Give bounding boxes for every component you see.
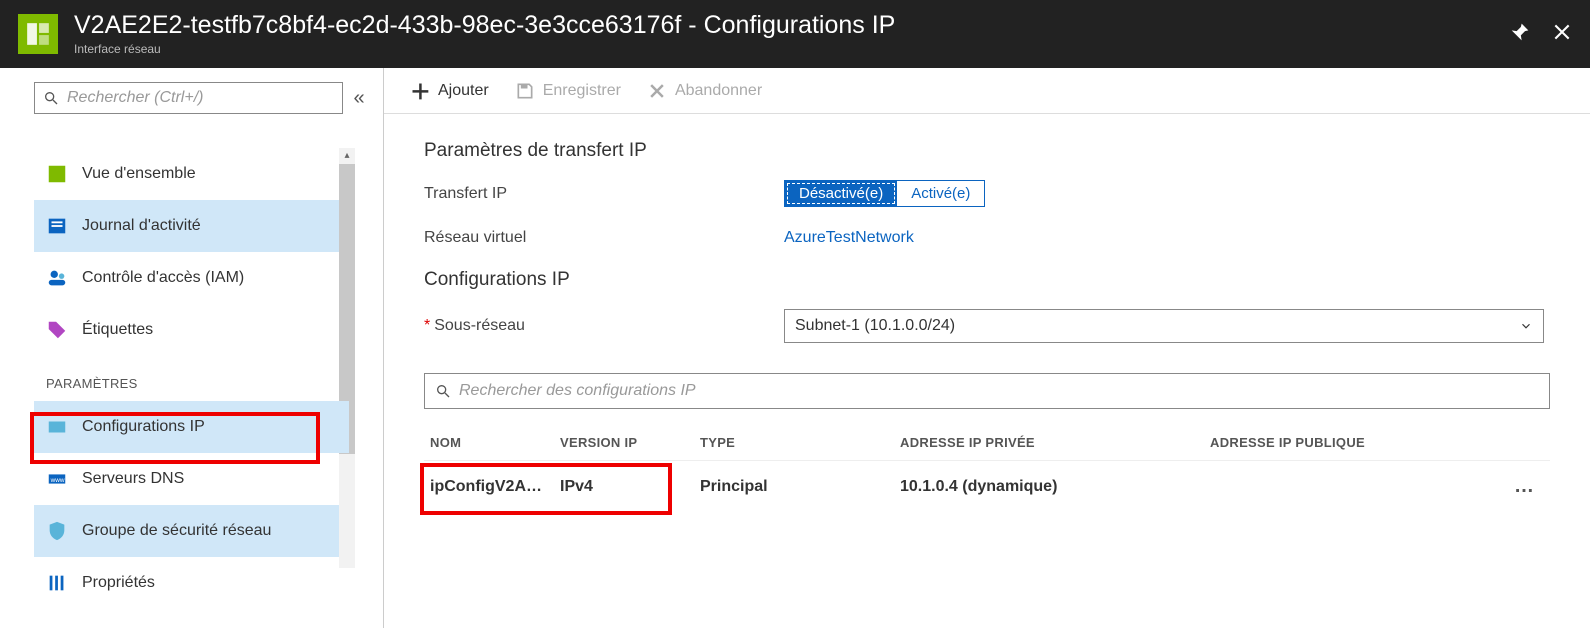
svg-text:www: www <box>50 477 65 484</box>
sidebar-item-label: Serveurs DNS <box>82 470 184 488</box>
discard-button: Abandonner <box>647 81 762 101</box>
col-private-ip[interactable]: ADRESSE IP PRIVÉE <box>894 425 1204 461</box>
vnet-label: Réseau virtuel <box>424 229 784 247</box>
main-pane: Ajouter Enregistrer Abandonner Paramètre… <box>384 68 1590 628</box>
sidebar-item-activity-log[interactable]: Journal d'activité <box>34 200 349 252</box>
overview-icon <box>46 163 68 185</box>
discard-icon <box>647 81 667 101</box>
activity-log-icon <box>46 215 68 237</box>
close-icon[interactable] <box>1552 22 1572 47</box>
button-label: Abandonner <box>675 82 762 100</box>
save-icon <box>515 81 535 101</box>
table-row[interactable]: ipConfigV2A… IPv4 Principal 10.1.0.4 (dy… <box>424 461 1550 513</box>
sidebar-item-label: Vue d'ensemble <box>82 165 196 183</box>
search-icon <box>43 90 59 106</box>
ip-config-search-placeholder: Rechercher des configurations IP <box>459 382 696 400</box>
subnet-label-text: Sous-réseau <box>434 317 525 334</box>
toggle-enabled-option[interactable]: Activé(e) <box>897 181 984 206</box>
button-label: Ajouter <box>438 82 489 100</box>
sidebar-search-placeholder: Rechercher (Ctrl+/) <box>67 89 203 107</box>
vnet-link[interactable]: AzureTestNetwork <box>784 229 914 247</box>
toggle-disabled-option[interactable]: Désactivé(e) <box>785 181 897 206</box>
blade-header: V2AE2E2-testfb7c8bf4-ec2d-433b-98ec-3e3c… <box>0 0 1590 68</box>
plus-icon <box>410 81 430 101</box>
ip-forward-label: Transfert IP <box>424 185 784 203</box>
button-label: Enregistrer <box>543 82 621 100</box>
sidebar-item-label: Contrôle d'accès (IAM) <box>82 269 244 287</box>
resource-icon <box>18 14 58 54</box>
col-public-ip[interactable]: ADRESSE IP PUBLIQUE <box>1204 425 1500 461</box>
sidebar-item-ip-configurations[interactable]: Configurations IP <box>34 401 349 453</box>
col-name[interactable]: NOM <box>424 425 554 461</box>
blade-title: V2AE2E2-testfb7c8bf4-ec2d-433b-98ec-3e3c… <box>74 13 1510 38</box>
cell-public-ip <box>1204 461 1500 513</box>
add-button[interactable]: Ajouter <box>410 81 489 101</box>
subnet-value: Subnet-1 (10.1.0.0/24) <box>795 317 955 335</box>
dns-icon: www <box>46 468 68 490</box>
search-icon <box>435 383 451 399</box>
sidebar-item-iam[interactable]: Contrôle d'accès (IAM) <box>34 252 349 304</box>
subnet-select[interactable]: Subnet-1 (10.1.0.0/24) <box>784 309 1544 343</box>
ip-config-icon <box>46 416 68 438</box>
ip-config-table: NOM VERSION IP TYPE ADRESSE IP PRIVÉE AD… <box>424 425 1550 512</box>
sidebar-item-label: Propriétés <box>82 574 155 592</box>
subnet-label: *Sous-réseau <box>424 317 784 335</box>
properties-icon <box>46 572 68 594</box>
sidebar-item-label: Configurations IP <box>82 418 205 436</box>
sidebar-item-dns[interactable]: www Serveurs DNS <box>34 453 349 505</box>
ip-config-search-input[interactable]: Rechercher des configurations IP <box>424 373 1550 409</box>
sidebar-item-label: Étiquettes <box>82 321 153 339</box>
ip-forward-toggle[interactable]: Désactivé(e) Activé(e) <box>784 180 985 207</box>
cell-private-ip: 10.1.0.4 (dynamique) <box>894 461 1204 513</box>
blade-subtitle: Interface réseau <box>74 42 1510 56</box>
section-ip-config-title: Configurations IP <box>424 269 1550 291</box>
collapse-sidebar-button[interactable]: « <box>343 87 375 110</box>
sidebar-item-properties[interactable]: Propriétés <box>34 557 349 609</box>
sidebar-item-nsg[interactable]: Groupe de sécurité réseau <box>34 505 349 557</box>
sidebar-group-settings: Paramètres <box>46 376 349 391</box>
cell-ipver: IPv4 <box>554 461 694 513</box>
section-ip-forwarding-title: Paramètres de transfert IP <box>424 140 1550 162</box>
col-type[interactable]: TYPE <box>694 425 894 461</box>
row-context-menu-button[interactable]: … <box>1500 461 1550 513</box>
sidebar-search-input[interactable]: Rechercher (Ctrl+/) <box>34 82 343 114</box>
iam-icon <box>46 267 68 289</box>
cell-name: ipConfigV2A… <box>424 461 554 513</box>
scroll-up-arrow[interactable]: ▴ <box>339 148 355 164</box>
tags-icon <box>46 319 68 341</box>
cell-type: Principal <box>694 461 894 513</box>
sidebar: Rechercher (Ctrl+/) « ▴ Vue d'ensemble J… <box>0 68 384 628</box>
chevron-down-icon <box>1519 319 1533 333</box>
col-ipver[interactable]: VERSION IP <box>554 425 694 461</box>
shield-icon <box>46 520 68 542</box>
save-button: Enregistrer <box>515 81 621 101</box>
sidebar-item-label: Groupe de sécurité réseau <box>82 522 271 540</box>
sidebar-item-overview[interactable]: Vue d'ensemble <box>34 148 349 200</box>
command-bar: Ajouter Enregistrer Abandonner <box>384 68 1590 114</box>
sidebar-item-label: Journal d'activité <box>82 217 201 235</box>
pin-icon[interactable] <box>1510 22 1530 47</box>
sidebar-item-tags[interactable]: Étiquettes <box>34 304 349 356</box>
